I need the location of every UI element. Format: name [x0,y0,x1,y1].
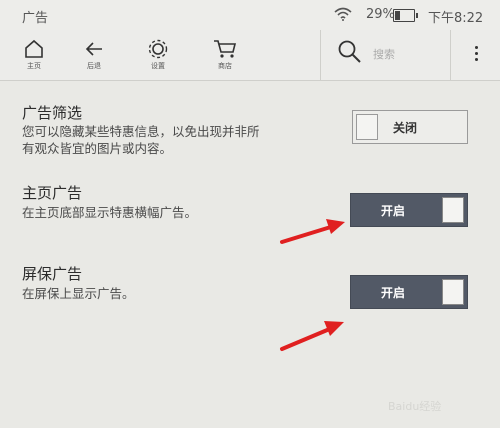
red-arrow-icon [280,219,345,244]
annotation-arrows [280,219,345,351]
red-arrow-icon [280,321,344,351]
watermark: Baidu经验 [388,400,442,413]
